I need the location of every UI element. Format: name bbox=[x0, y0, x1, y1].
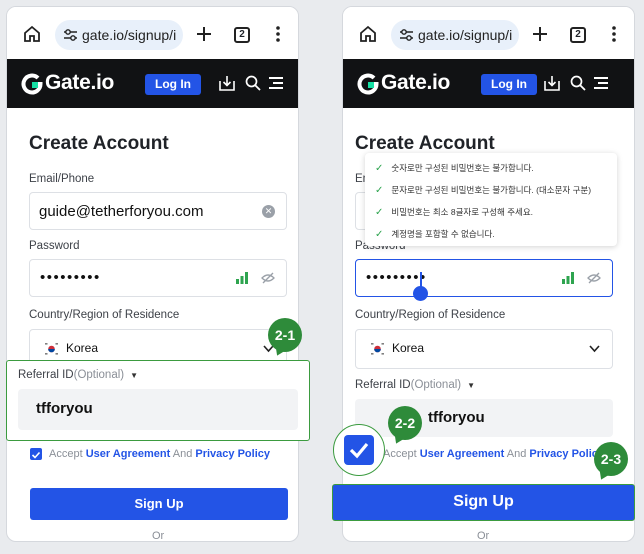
email-field[interactable]: guide@tetherforyou.com ✕ bbox=[29, 192, 287, 230]
referral-value: tfforyou bbox=[428, 409, 485, 426]
password-value: ••••••••• bbox=[40, 269, 101, 286]
privacy-policy-link[interactable]: Privacy Policy bbox=[529, 448, 604, 460]
password-strength-icon bbox=[562, 272, 574, 284]
password-field-focused[interactable]: ••••••••• bbox=[355, 259, 613, 297]
url-text: gate.io/signup/i bbox=[82, 27, 177, 43]
page-title: Create Account bbox=[29, 133, 169, 154]
agree-and: And bbox=[172, 448, 193, 460]
referral-optional: (Optional) bbox=[410, 379, 462, 391]
clear-icon[interactable]: ✕ bbox=[262, 205, 275, 218]
agree-checkbox[interactable] bbox=[344, 435, 374, 465]
privacy-policy-link[interactable]: Privacy Policy bbox=[195, 448, 270, 460]
agree-prefix: Accept bbox=[383, 448, 417, 460]
gate-logo[interactable]: Gate.io bbox=[381, 71, 450, 95]
referral-label-text: Referral ID bbox=[355, 379, 411, 391]
gate-logo[interactable]: Gate.io bbox=[45, 71, 114, 95]
caret-down-icon: ▼ bbox=[130, 371, 139, 380]
check-icon: ✓ bbox=[375, 185, 384, 196]
referral-label: Referral ID(Optional) ▼ bbox=[355, 379, 475, 391]
agreement-text: Accept User Agreement And Privacy Policy bbox=[383, 448, 604, 460]
search-icon[interactable] bbox=[570, 75, 586, 91]
chevron-down-icon bbox=[589, 345, 600, 353]
check-icon bbox=[349, 442, 369, 459]
referral-optional: (Optional) bbox=[73, 369, 125, 381]
tab-switcher-icon[interactable]: 2 bbox=[570, 27, 586, 43]
login-button[interactable]: Log In bbox=[145, 74, 201, 95]
referral-label-text: Referral ID bbox=[18, 369, 74, 381]
country-select[interactable]: Korea bbox=[355, 329, 613, 369]
korea-flag-icon bbox=[370, 342, 385, 356]
password-rules-tooltip: ✓ 숫자로만 구성된 비밀번호는 불가합니다. ✓ 문자로만 구성된 비밀번호는 불… bbox=[365, 153, 617, 246]
address-bar[interactable]: gate.io/signup/i bbox=[55, 20, 183, 50]
home-icon[interactable] bbox=[359, 25, 377, 43]
referral-input[interactable]: tfforyou bbox=[18, 389, 298, 430]
password-rule: ✓ 계정명을 포함할 수 없습니다. bbox=[375, 229, 495, 240]
site-header: Gate.io Log In bbox=[7, 59, 298, 108]
agree-and: And bbox=[506, 448, 527, 460]
check-icon: ✓ bbox=[375, 229, 384, 240]
password-field[interactable]: ••••••••• bbox=[29, 259, 287, 297]
new-tab-icon[interactable] bbox=[195, 25, 213, 43]
download-icon[interactable] bbox=[544, 75, 560, 91]
agree-prefix: Accept bbox=[49, 448, 83, 460]
browser-toolbar: gate.io/signup/i 2 bbox=[7, 7, 298, 59]
more-menu-icon[interactable] bbox=[612, 26, 616, 42]
text-cursor-handle[interactable] bbox=[413, 286, 428, 301]
menu-icon[interactable] bbox=[593, 75, 609, 91]
signup-button-highlight: Sign Up bbox=[332, 484, 635, 521]
page-title: Create Account bbox=[355, 133, 495, 154]
phone-screen-left: gate.io/signup/i 2 Gate.io Log In Create… bbox=[6, 6, 299, 542]
password-value: ••••••••• bbox=[366, 269, 427, 286]
more-menu-icon[interactable] bbox=[276, 26, 280, 42]
browser-toolbar: gate.io/signup/i 2 bbox=[343, 7, 634, 59]
user-agreement-link[interactable]: User Agreement bbox=[420, 448, 505, 460]
password-label: Password bbox=[29, 240, 80, 252]
user-agreement-link[interactable]: User Agreement bbox=[86, 448, 171, 460]
password-rule: ✓ 문자로만 구성된 비밀번호는 불가합니다. (대소문자 구분) bbox=[375, 185, 592, 196]
gate-logo-icon bbox=[21, 73, 43, 95]
address-bar[interactable]: gate.io/signup/i bbox=[391, 20, 519, 50]
site-settings-icon[interactable] bbox=[63, 28, 78, 42]
new-tab-icon[interactable] bbox=[531, 25, 549, 43]
agreement-text: Accept User Agreement And Privacy Policy bbox=[49, 448, 270, 460]
check-icon bbox=[31, 451, 41, 459]
agree-checkbox[interactable] bbox=[30, 448, 42, 460]
password-rule: ✓ 숫자로만 구성된 비밀번호는 불가합니다. bbox=[375, 163, 534, 174]
check-icon: ✓ bbox=[375, 207, 384, 218]
or-divider: Or bbox=[477, 530, 490, 542]
or-divider: Or bbox=[152, 530, 165, 542]
country-label: Country/Region of Residence bbox=[29, 309, 180, 321]
eye-off-icon[interactable] bbox=[261, 271, 275, 285]
korea-flag-icon bbox=[44, 342, 59, 356]
url-text: gate.io/signup/i bbox=[418, 27, 513, 43]
referral-highlight-box: Referral ID(Optional) ▼ tfforyou bbox=[6, 360, 310, 441]
country-value: Korea bbox=[66, 341, 99, 355]
password-rule: ✓ 비밀번호는 최소 8글자로 구성해 주세요. bbox=[375, 207, 534, 218]
search-icon[interactable] bbox=[245, 75, 261, 91]
agree-checkbox-highlight bbox=[333, 424, 385, 476]
site-header: Gate.io Log In bbox=[343, 59, 634, 108]
password-strength-icon bbox=[236, 272, 248, 284]
eye-off-icon[interactable] bbox=[587, 271, 601, 285]
gate-logo-icon bbox=[357, 73, 379, 95]
signup-button[interactable]: Sign Up bbox=[453, 493, 513, 510]
menu-icon[interactable] bbox=[268, 75, 284, 91]
phone-screen-right: gate.io/signup/i 2 Gate.io Log In Create… bbox=[342, 6, 635, 542]
email-label: Email/Phone bbox=[29, 173, 95, 185]
signup-button[interactable]: Sign Up bbox=[30, 488, 288, 520]
login-button[interactable]: Log In bbox=[481, 74, 537, 95]
country-value: Korea bbox=[392, 341, 425, 355]
referral-value: tfforyou bbox=[36, 400, 93, 417]
caret-down-icon: ▼ bbox=[467, 381, 476, 390]
download-icon[interactable] bbox=[219, 75, 235, 91]
tab-switcher-icon[interactable]: 2 bbox=[234, 27, 250, 43]
check-icon: ✓ bbox=[375, 163, 384, 174]
site-settings-icon[interactable] bbox=[399, 28, 414, 42]
email-value: guide@tetherforyou.com bbox=[39, 203, 204, 220]
country-label: Country/Region of Residence bbox=[355, 309, 506, 321]
home-icon[interactable] bbox=[23, 25, 41, 43]
referral-label: Referral ID(Optional) ▼ bbox=[18, 369, 138, 381]
